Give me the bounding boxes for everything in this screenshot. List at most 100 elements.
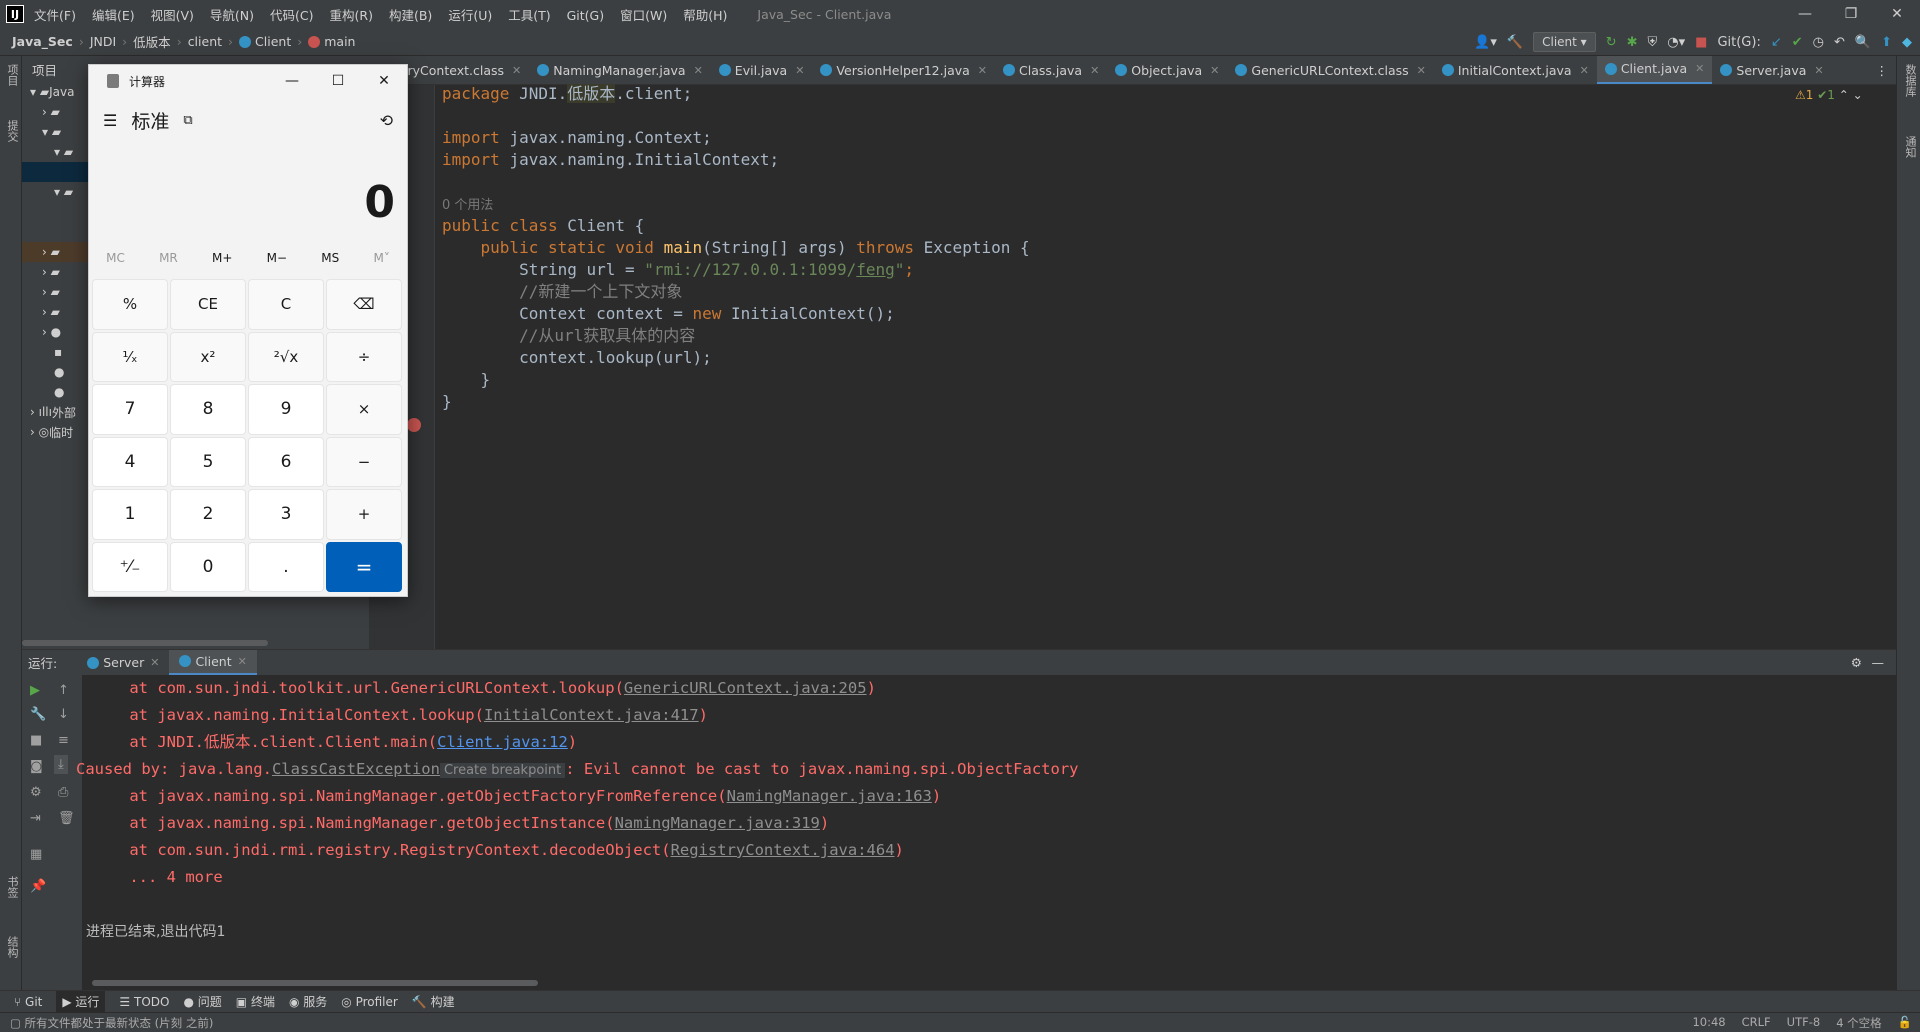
breadcrumb-main-method[interactable]: main bbox=[324, 34, 355, 49]
subtract-button[interactable]: − bbox=[326, 436, 402, 487]
git-rollback-icon[interactable]: ↶ bbox=[1834, 35, 1845, 50]
settings-icon[interactable]: ⚙ bbox=[30, 785, 42, 800]
decimal-button[interactable]: . bbox=[248, 541, 324, 592]
memory-add-button[interactable]: M+ bbox=[212, 251, 232, 265]
caret-position[interactable]: 10:48 bbox=[1692, 1015, 1725, 1031]
stacktrace-link[interactable]: NamingManager.java:163 bbox=[727, 787, 932, 805]
hamburger-menu-icon[interactable]: ☰ bbox=[103, 111, 117, 130]
exception-link[interactable]: ClassCastException bbox=[272, 760, 440, 778]
git-commit-icon[interactable]: ✔ bbox=[1792, 35, 1803, 50]
calculator-close-button[interactable]: ✕ bbox=[361, 65, 407, 97]
menu-window[interactable]: 窗口(W) bbox=[620, 8, 667, 23]
clear-button[interactable]: C bbox=[248, 279, 324, 330]
memory-list-button[interactable]: M˅ bbox=[373, 251, 389, 265]
stop-icon[interactable]: ■ bbox=[1695, 35, 1707, 50]
equals-button[interactable]: = bbox=[326, 541, 402, 592]
add-button[interactable]: + bbox=[326, 489, 402, 540]
menu-edit[interactable]: 编辑(E) bbox=[92, 8, 135, 23]
digit-4-button[interactable]: 4 bbox=[92, 436, 168, 487]
negate-button[interactable]: ⁺⁄₋ bbox=[92, 541, 168, 592]
line-separator[interactable]: CRLF bbox=[1742, 1015, 1771, 1031]
chevron-up-icon[interactable]: ⌃ bbox=[1839, 88, 1849, 102]
memory-store-button[interactable]: MS bbox=[321, 251, 339, 265]
menu-refactor[interactable]: 重构(R) bbox=[330, 8, 373, 23]
todo-tool-button[interactable]: ☰ TODO bbox=[119, 995, 169, 1009]
digit-8-button[interactable]: 8 bbox=[170, 384, 246, 435]
database-tool-button[interactable]: 数据库 bbox=[1902, 64, 1918, 97]
stacktrace-link[interactable]: Client.java:12 bbox=[437, 733, 568, 751]
calculator-maximize-button[interactable]: ☐ bbox=[315, 65, 361, 97]
memory-clear-button[interactable]: MC bbox=[106, 251, 125, 265]
arrow-down-icon[interactable]: ↓ bbox=[58, 707, 69, 722]
run-tool-button[interactable]: ▶ 运行 bbox=[56, 991, 106, 1012]
digit-7-button[interactable]: 7 bbox=[92, 384, 168, 435]
scroll-to-end-icon[interactable]: ⤓ bbox=[54, 755, 68, 774]
profile-icon[interactable]: ◔▾ bbox=[1667, 35, 1685, 50]
menu-help[interactable]: 帮助(H) bbox=[683, 8, 727, 23]
breadcrumb-project[interactable]: Java_Sec bbox=[12, 34, 73, 49]
memory-recall-button[interactable]: MR bbox=[159, 251, 178, 265]
arrow-up-icon[interactable]: ↑ bbox=[58, 683, 69, 698]
structure-tool-button[interactable]: 结构 bbox=[4, 936, 20, 958]
plugin-icon[interactable]: ◆ bbox=[1902, 35, 1912, 50]
project-horizontal-scrollbar[interactable] bbox=[22, 640, 268, 646]
rerun-icon[interactable]: ▶ bbox=[30, 683, 40, 698]
menu-run[interactable]: 运行(U) bbox=[448, 8, 492, 23]
code-editor[interactable]: package JNDI.低版本.client; import javax.na… bbox=[435, 84, 1896, 649]
console-output[interactable]: at com.sun.jndi.toolkit.url.GenericURLCo… bbox=[76, 675, 1896, 990]
percent-button[interactable]: % bbox=[92, 279, 168, 330]
git-update-icon[interactable]: ↙ bbox=[1771, 35, 1782, 50]
digit-6-button[interactable]: 6 bbox=[248, 436, 324, 487]
digit-3-button[interactable]: 3 bbox=[248, 489, 324, 540]
menu-view[interactable]: 视图(V) bbox=[151, 8, 194, 23]
tab-client[interactable]: Client.java ✕ bbox=[1596, 56, 1713, 84]
create-breakpoint-button[interactable]: Create breakpoint bbox=[439, 763, 566, 778]
stop-icon[interactable]: ■ bbox=[30, 733, 42, 748]
stacktrace-link[interactable]: InitialContext.java:417 bbox=[484, 706, 699, 724]
restore-button[interactable]: ❐ bbox=[1828, 0, 1874, 28]
breadcrumb-jndi[interactable]: JNDI bbox=[90, 34, 116, 49]
tab-class[interactable]: Class.java ✕ bbox=[995, 56, 1107, 84]
minimize-button[interactable]: — bbox=[1782, 0, 1828, 28]
layout-icon[interactable]: ▦ bbox=[30, 847, 42, 862]
profiler-tool-button[interactable]: ◎ Profiler bbox=[341, 995, 398, 1009]
breakpoint-icon[interactable] bbox=[407, 418, 421, 432]
soft-wrap-icon[interactable]: ≡ bbox=[58, 733, 69, 748]
debug-icon[interactable]: ✱ bbox=[1627, 35, 1638, 50]
breadcrumb-low-version[interactable]: 低版本 bbox=[133, 32, 171, 51]
run-configuration-select[interactable]: Client ▾ bbox=[1533, 32, 1596, 52]
camera-icon[interactable]: ◙ bbox=[30, 759, 43, 774]
gear-icon[interactable]: ⚙ bbox=[1851, 655, 1862, 670]
menu-navigate[interactable]: 导航(N) bbox=[210, 8, 254, 23]
file-encoding[interactable]: UTF-8 bbox=[1787, 1015, 1821, 1031]
tab-generic-url-context[interactable]: GenericURLContext.class ✕ bbox=[1227, 56, 1433, 84]
menu-file[interactable]: 文件(F) bbox=[34, 8, 76, 23]
digit-1-button[interactable]: 1 bbox=[92, 489, 168, 540]
digit-2-button[interactable]: 2 bbox=[170, 489, 246, 540]
chevron-down-icon[interactable]: ⌄ bbox=[1853, 88, 1863, 102]
problems-tool-button[interactable]: ● 问题 bbox=[183, 993, 221, 1010]
history-icon[interactable]: ⟲ bbox=[380, 111, 393, 130]
commit-tool-button[interactable]: 提交 bbox=[4, 120, 20, 142]
build-tool-button[interactable]: 🔨 构建 bbox=[412, 993, 455, 1010]
git-history-icon[interactable]: ◷ bbox=[1813, 35, 1824, 50]
square-button[interactable]: x² bbox=[170, 331, 246, 382]
square-root-button[interactable]: ²√x bbox=[248, 331, 324, 382]
multiply-button[interactable]: × bbox=[326, 384, 402, 435]
close-button[interactable]: ✕ bbox=[1874, 0, 1920, 28]
more-tabs-icon[interactable]: ⋮ bbox=[1876, 63, 1889, 78]
coverage-icon[interactable]: ⛨ bbox=[1648, 35, 1658, 50]
git-tool-button[interactable]: ⑂ Git bbox=[14, 995, 42, 1009]
tab-evil[interactable]: Evil.java ✕ bbox=[711, 56, 813, 84]
pin-icon[interactable]: 📌 bbox=[30, 879, 46, 894]
bookmarks-tool-button[interactable]: 书签 bbox=[4, 876, 20, 898]
menu-build[interactable]: 构建(B) bbox=[389, 8, 432, 23]
breadcrumb-client-class[interactable]: Client bbox=[255, 34, 291, 49]
keep-on-top-icon[interactable]: ⧉ bbox=[183, 113, 192, 128]
rerun-icon[interactable]: ↻ bbox=[1606, 35, 1617, 50]
terminal-tool-button[interactable]: ▣ 终端 bbox=[236, 993, 275, 1010]
project-tool-button[interactable]: 项目 bbox=[4, 64, 20, 86]
backspace-button[interactable]: ⌫ bbox=[326, 279, 402, 330]
tab-object[interactable]: Object.java ✕ bbox=[1107, 56, 1227, 84]
inspection-widget[interactable]: ⚠1 ✔1 ⌃ ⌄ bbox=[1795, 88, 1863, 102]
